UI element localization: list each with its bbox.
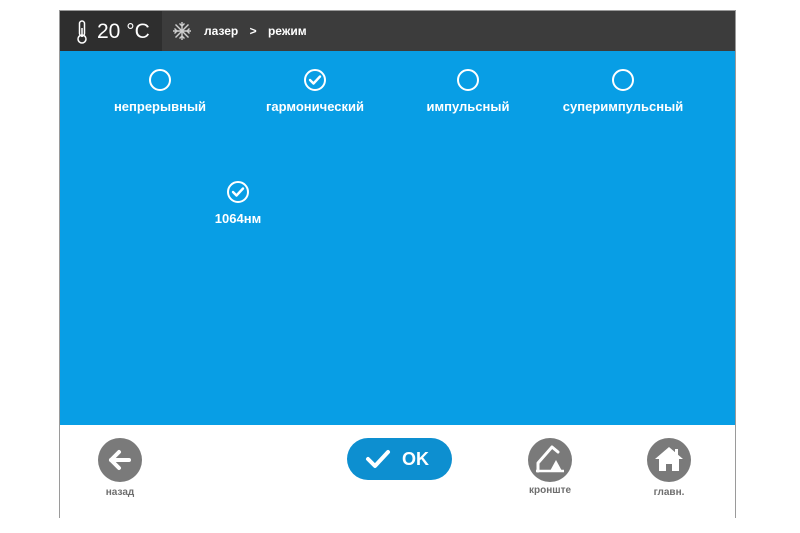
breadcrumb-separator: > (249, 24, 257, 38)
home-button[interactable] (647, 438, 691, 482)
thermometer-icon (77, 20, 87, 44)
bracket-button[interactable] (528, 438, 572, 482)
radio-unchecked-icon[interactable] (612, 69, 634, 91)
radio-unchecked-icon[interactable] (149, 69, 171, 91)
mode-label: импульсный (426, 99, 510, 114)
wavelength-label: 1064нм (214, 211, 262, 226)
bottom-toolbar: назад OK кронште главн. (60, 425, 735, 519)
temperature-value: 20 °C (97, 20, 150, 43)
mode-label: гармонический (266, 99, 364, 114)
mode-label: непрерывный (113, 99, 207, 114)
bracket-label: кронште (528, 485, 572, 496)
snowflake-icon (173, 22, 191, 40)
mode-option-harmonic[interactable]: гармонический (245, 69, 385, 114)
check-icon (366, 450, 390, 468)
mode-option-continuous[interactable]: непрерывный (90, 69, 230, 114)
ok-button[interactable]: OK (347, 438, 452, 480)
mode-selection-panel: непрерывный гармонический импульсный суп… (60, 51, 735, 425)
check-icon (308, 75, 322, 85)
arrow-left-icon (109, 450, 131, 470)
mode-label: суперимпульсный (562, 99, 684, 114)
back-label: назад (105, 487, 135, 498)
radio-unchecked-icon[interactable] (457, 69, 479, 91)
home-icon (655, 447, 683, 471)
mode-option-superpulse[interactable]: суперимпульсный (553, 69, 693, 114)
top-bar: 20 °C лазер > режим (60, 11, 735, 51)
breadcrumb: лазер > режим (204, 24, 315, 38)
bracket-arm-icon (536, 445, 564, 473)
radio-checked-icon[interactable] (227, 181, 249, 203)
wavelength-option-1064[interactable]: 1064нм (168, 181, 308, 226)
ok-label: OK (402, 449, 429, 469)
mode-option-pulse[interactable]: импульсный (398, 69, 538, 114)
radio-checked-icon[interactable] (304, 69, 326, 91)
temperature-display: 20 °C (60, 11, 162, 51)
home-label: главн. (653, 487, 685, 498)
back-button[interactable] (98, 438, 142, 482)
breadcrumb-item-laser[interactable]: лазер (204, 24, 238, 38)
device-screen: 20 °C лазер > режим непрерывный гармонич… (59, 10, 736, 519)
breadcrumb-item-mode: режим (267, 24, 307, 38)
check-icon (231, 187, 245, 197)
